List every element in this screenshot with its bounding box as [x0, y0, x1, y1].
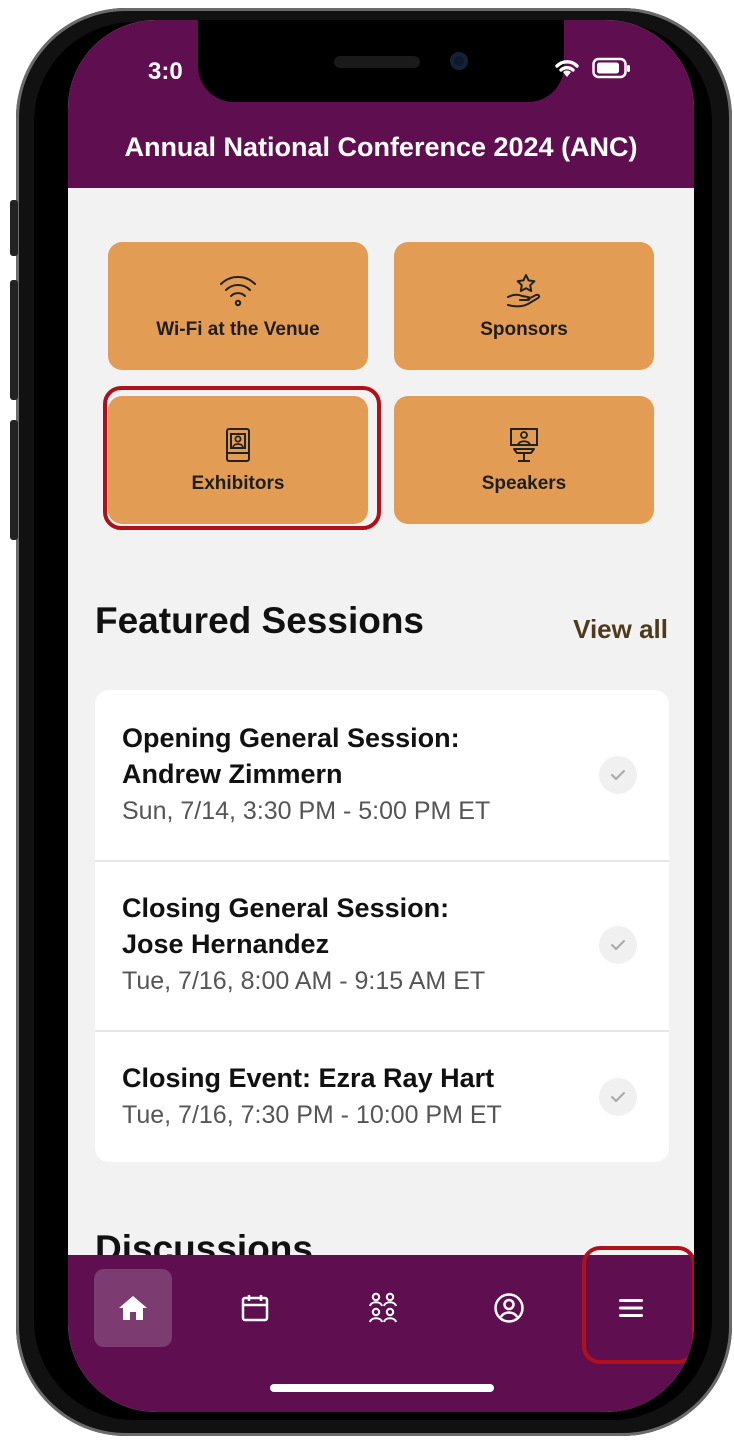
session-check-button[interactable]	[599, 756, 637, 794]
session-time: Sun, 7/14, 3:30 PM - 5:00 PM ET	[122, 797, 491, 825]
front-camera	[450, 52, 468, 70]
header-bar: 3:0 Annual National Conference 2024 (ANC…	[68, 20, 694, 188]
wifi-icon	[220, 275, 256, 307]
tile-label: Sponsors	[480, 319, 568, 340]
session-title: Jose Hernandez	[122, 929, 330, 959]
session-row[interactable]: Opening General Session: Andrew Zimmern …	[95, 690, 669, 860]
featured-sessions-title: Featured Sessions	[95, 600, 425, 641]
session-title: Closing General Session:	[122, 893, 450, 923]
sessions-card: Opening General Session: Andrew Zimmern …	[95, 690, 669, 1162]
speakers-tile[interactable]: Speakers	[394, 396, 654, 524]
side-button-volume-up	[10, 280, 18, 400]
app-screen: 3:0 Annual National Conference 2024 (ANC…	[68, 20, 694, 1412]
session-check-button[interactable]	[599, 1078, 637, 1116]
home-icon	[119, 1296, 147, 1320]
checkmark-icon	[611, 770, 625, 780]
session-check-button[interactable]	[599, 926, 637, 964]
checkmark-icon	[611, 1092, 625, 1102]
status-icons	[552, 56, 632, 80]
wifi-tile[interactable]: Wi-Fi at the Venue	[108, 242, 368, 370]
exhibitors-highlight	[103, 386, 381, 530]
view-all-link[interactable]: View all	[573, 614, 668, 645]
session-time: Tue, 7/16, 7:30 PM - 10:00 PM ET	[122, 1101, 502, 1129]
battery-icon	[592, 57, 630, 79]
earpiece-speaker	[334, 56, 420, 68]
session-title: Andrew Zimmern	[122, 759, 343, 789]
session-text: Opening General Session: Andrew Zimmern …	[122, 720, 490, 828]
wifi-signal-icon	[555, 60, 579, 77]
status-time: 3:0	[148, 58, 183, 85]
tab-profile[interactable]	[470, 1269, 548, 1347]
home-indicator	[270, 1384, 494, 1392]
podium-icon	[510, 428, 538, 462]
app-title: Annual National Conference 2024 (ANC)	[124, 132, 638, 162]
tab-schedule[interactable]	[216, 1269, 294, 1347]
side-button-volume-down	[10, 420, 18, 540]
tile-label: Speakers	[481, 473, 567, 494]
sponsors-tile[interactable]: Sponsors	[394, 242, 654, 370]
calendar-icon	[241, 1295, 269, 1322]
tab-home[interactable]	[94, 1269, 172, 1347]
people-icon	[369, 1292, 397, 1323]
notch	[198, 20, 564, 102]
session-title: Opening General Session:	[122, 723, 460, 753]
side-button-mute	[10, 200, 18, 256]
session-row[interactable]: Closing General Session: Jose Hernandez …	[95, 862, 669, 1030]
profile-icon	[494, 1293, 524, 1323]
tile-label: Wi-Fi at the Venue	[156, 319, 320, 340]
session-text: Closing General Session: Jose Hernandez …	[122, 890, 485, 998]
session-text: Closing Event: Ezra Ray Hart Tue, 7/16, …	[122, 1060, 502, 1132]
tab-attendees[interactable]	[344, 1269, 422, 1347]
session-title: Closing Event: Ezra Ray Hart	[122, 1063, 495, 1093]
session-time: Tue, 7/16, 8:00 AM - 9:15 AM ET	[122, 967, 486, 995]
hand-star-icon	[507, 274, 541, 308]
checkmark-icon	[611, 940, 625, 950]
menu-highlight	[582, 1246, 694, 1364]
session-row[interactable]: Closing Event: Ezra Ray Hart Tue, 7/16, …	[95, 1032, 669, 1162]
